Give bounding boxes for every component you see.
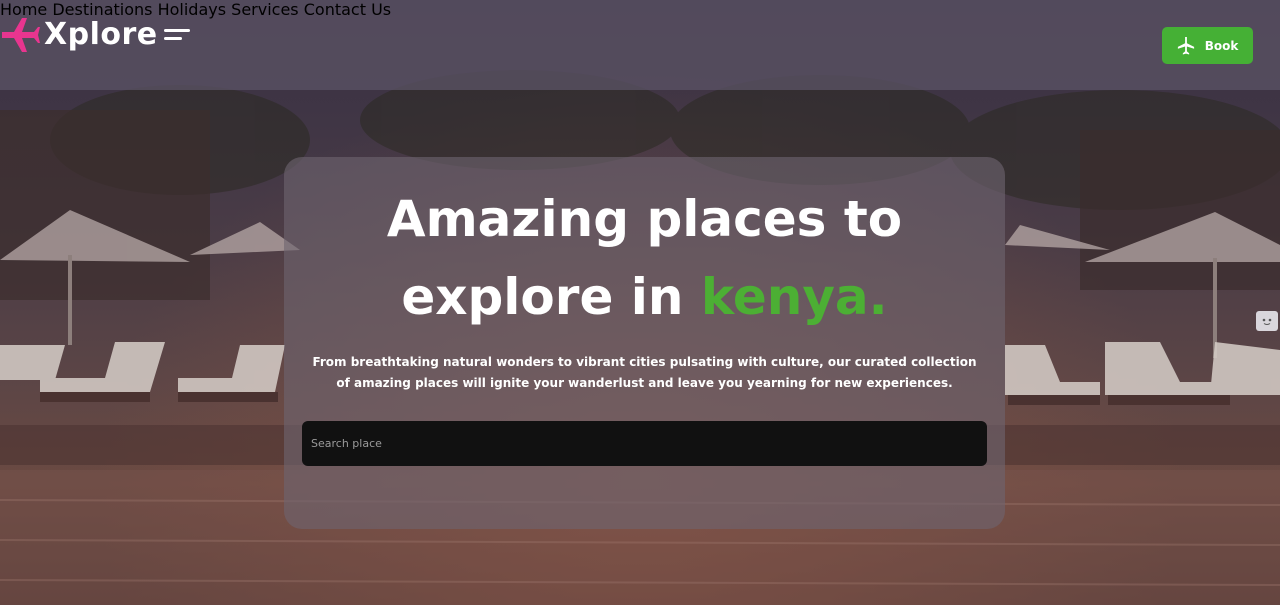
hero-description: From breathtaking natural wonders to vib… — [312, 355, 977, 390]
hero-title: Amazing places to explore in kenya. — [284, 180, 1005, 336]
hero-title-line1: Amazing places to — [386, 190, 903, 248]
airplane-icon — [2, 18, 40, 52]
search-input[interactable] — [302, 421, 987, 466]
top-navigation-bar: Xplore Home Destinations Holidays Servic… — [0, 0, 1280, 90]
brand-name: Xplore — [44, 16, 158, 52]
airplane-icon — [1177, 36, 1194, 55]
hero-title-line2: explore in — [401, 268, 701, 326]
page: Xplore Home Destinations Holidays Servic… — [0, 0, 1280, 605]
brand-logo[interactable]: Xplore — [0, 14, 190, 54]
nav-item-contact-us[interactable]: Contact Us — [304, 0, 391, 19]
face-icon[interactable] — [1256, 311, 1278, 331]
book-button[interactable]: Book — [1162, 27, 1253, 64]
book-button-label: Book — [1204, 38, 1239, 53]
nav-item-services[interactable]: Services — [231, 0, 298, 19]
hero-title-accent: kenya. — [700, 268, 888, 326]
hero-card: Amazing places to explore in kenya. From… — [284, 157, 1005, 529]
main-nav: Home Destinations Holidays Services Cont… — [0, 0, 1280, 19]
hamburger-menu-icon[interactable] — [163, 27, 190, 43]
